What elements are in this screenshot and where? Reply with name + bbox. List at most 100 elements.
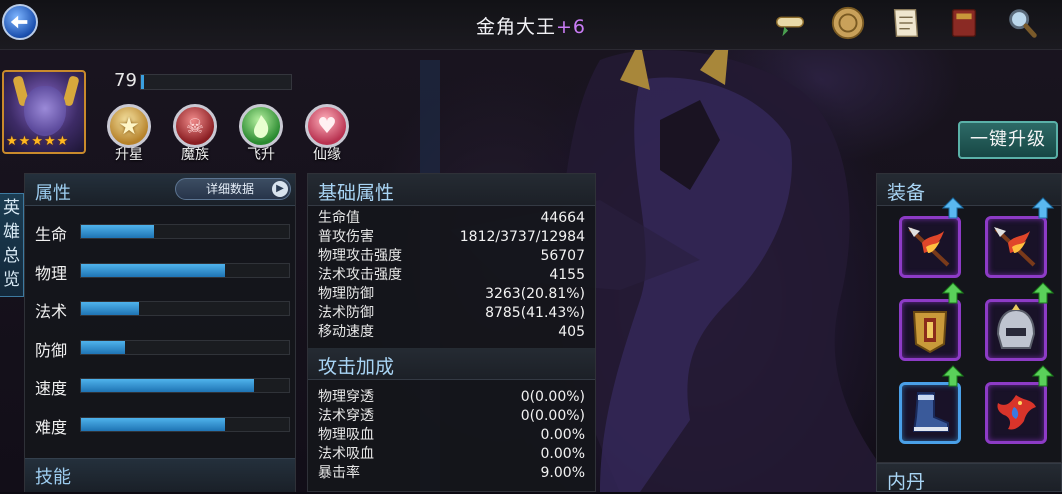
level-progress-bar [140,74,292,90]
stat-row: 物理攻击强度 56707 [318,247,585,266]
stat-row: 生命值 44664 [318,209,585,228]
neidan-header[interactable]: 内丹 [876,463,1062,493]
attribute-bar-fill [81,379,254,392]
demon-label: 魔族 [181,147,209,163]
armor-slot[interactable] [899,299,961,361]
stat-row: 普攻伤害 1812/3737/12984 [318,228,585,247]
star-icon: ★ [43,134,56,149]
attack-bonus-title: 攻击加成 [318,356,395,378]
attribute-name: 物理 [35,263,68,283]
attribute-bar [80,339,290,355]
stat-value: 56707 [540,248,585,264]
stat-value: 9.00% [540,465,585,481]
star-rating: ★ ★ ★ ★ ★ [6,135,68,149]
skills-title: 技能 [35,467,71,488]
stat-value: 0.00% [540,446,585,462]
gold-armor-icon [912,311,948,354]
phoenix-icon [997,395,1036,430]
ascend-label: 飞升 [247,147,275,163]
neidan-title: 内丹 [887,471,926,493]
attribute-bar-fill [81,263,225,277]
attribute-name: 难度 [35,417,68,437]
hero-rank-plus: +6 [556,16,587,38]
spear-slot-2[interactable] [985,216,1047,278]
stat-row: 暴击率 9.00% [318,464,585,483]
stat-label: 普攻伤害 [318,229,374,245]
book-button[interactable] [942,2,986,44]
spear-slot-1[interactable] [899,216,961,278]
stat-label: 物理防御 [318,286,374,302]
attribute-bar [80,378,290,393]
scroll-icon [775,16,805,37]
detail-data-label: 详细数据 [206,182,255,196]
ascend-button[interactable]: 飞升 [236,104,286,164]
attribute-header: 属性 详细数据 ▶ [25,174,295,206]
stat-value: 405 [558,324,585,340]
stat-row: 移动速度 405 [318,323,585,342]
attack-bonus-header: 攻击加成 [308,348,595,380]
stat-label: 物理穿透 [318,389,374,405]
attribute-bar-fill [81,417,225,431]
attribute-row: 生命 [35,221,291,244]
detail-data-button[interactable]: 详细数据 ▶ [175,178,291,200]
fate-button[interactable]: ♥ 仙缘 [302,104,352,164]
scroll-button[interactable] [768,2,812,44]
top-bar: 金角大王+6 [0,0,1062,50]
upgrade-arrow-green-icon [1031,282,1055,304]
stat-row: 法术吸血 0.00% [318,445,585,464]
hero-level: 79 [114,70,137,91]
stat-label: 移动速度 [318,324,374,340]
boots-icon [912,392,949,432]
attribute-name: 生命 [35,225,68,244]
attribute-panel: 属性 详细数据 ▶ 生命 物理 法术 防御 速度 难度 技能 [24,173,296,492]
base-stats-title: 基础属性 [318,182,395,204]
stat-value: 0(0.00%) [520,408,585,424]
hero-portrait[interactable]: ★ ★ ★ ★ ★ [2,70,86,154]
stat-row: 物理穿透 0(0.00%) [318,388,585,407]
hero-action-row: ★ 升星 ☠ 魔族 飞升 ♥ 仙缘 [104,104,352,164]
magnifier-icon [1009,9,1037,38]
flame-spear-icon [994,227,1036,267]
skills-header[interactable]: 技能 [25,458,295,492]
attribute-name: 防御 [35,340,68,360]
attribute-bar [80,262,290,278]
arrow-right-icon: ▶ [272,181,288,197]
stat-value: 0(0.00%) [520,389,585,405]
attribute-bar [80,301,290,316]
search-button[interactable] [1000,2,1044,44]
upgrade-arrow-blue-icon [941,197,965,219]
helmet-slot[interactable] [985,299,1047,361]
stat-value: 3263(20.81%) [485,286,585,302]
medallion-button[interactable] [826,2,870,44]
hero-overview-tab[interactable]: 英雄总览 [0,193,24,297]
attribute-row: 物理 [35,260,291,283]
stat-label: 法术防御 [318,305,374,321]
attribute-bar-fill [81,225,154,238]
boots-slot[interactable] [899,382,961,444]
hero-name: 金角大王 [475,16,556,38]
stat-value: 1812/3737/12984 [459,229,585,245]
flame-spear-icon [908,227,950,267]
stat-label: 法术穿透 [318,408,374,424]
phoenix-slot[interactable] [985,382,1047,444]
demon-skull-icon: ☠ [173,104,217,148]
stat-value: 4155 [549,267,585,283]
attribute-name: 法术 [35,302,68,321]
attribute-bar [80,416,290,432]
star-up-label: 升星 [115,147,143,163]
attribute-row: 难度 [35,414,291,437]
stat-value: 8785(41.43%) [485,305,585,321]
star-icon: ★ [56,134,69,149]
attribute-title: 属性 [35,183,71,204]
upgrade-arrow-blue-icon [1031,197,1055,219]
attribute-bar [80,224,290,239]
base-stats-header: 基础属性 [308,174,595,206]
attribute-row: 防御 [35,337,291,360]
document-button[interactable] [884,2,928,44]
star-up-button[interactable]: ★ 升星 [104,104,154,164]
stat-label: 物理攻击强度 [318,248,402,264]
attack-bonus-list: 物理穿透 0(0.00%) 法术穿透 0(0.00%) 物理吸血 0.00% 法术吸血 0.0… [308,380,595,483]
demon-button[interactable]: ☠ 魔族 [170,104,220,164]
one-click-upgrade-button[interactable]: 一键升级 [958,121,1058,159]
upgrade-arrow-green-icon [941,282,965,304]
